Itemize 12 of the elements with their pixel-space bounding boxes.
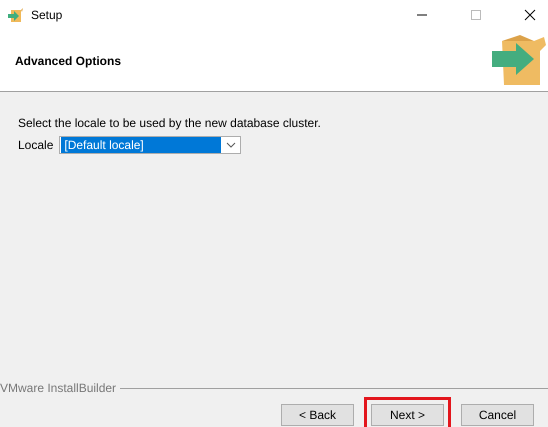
instruction-text: Select the locale to be used by the new database cluster.	[18, 116, 322, 130]
dialog-button[interactable]: Cancel	[461, 404, 534, 426]
close-icon[interactable]	[524, 9, 536, 21]
page-title: Advanced Options	[15, 54, 122, 68]
locale-dropdown[interactable]: [Default locale]	[59, 136, 242, 154]
box-arrow-icon	[7, 7, 23, 23]
window-title: Setup	[31, 8, 62, 22]
dialog-button[interactable]: Next >	[371, 404, 444, 426]
brand-label: VMware InstallBuilder	[0, 381, 116, 395]
dialog-button[interactable]: < Back	[281, 404, 354, 426]
field-label: Locale	[18, 138, 54, 152]
chevron-down-icon	[226, 142, 236, 148]
